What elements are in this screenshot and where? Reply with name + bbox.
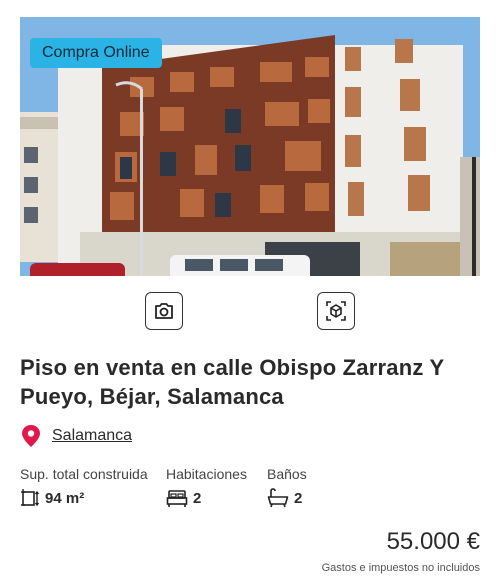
feature-rooms: Habitaciones 2 <box>166 466 247 508</box>
feature-baths-label: Baños <box>267 466 307 482</box>
property-price: 55.000 € <box>386 528 480 555</box>
camera-icon <box>155 303 173 319</box>
property-title[interactable]: Piso en venta en calle Obispo Zarranz Y … <box>20 353 475 411</box>
photo-gallery-button[interactable] <box>145 292 183 330</box>
feature-rooms-value: 2 <box>193 489 202 507</box>
price-note: Gastos e impuestos no incluidos <box>321 562 480 574</box>
area-measure-icon <box>21 489 40 507</box>
feature-area-value: 94 m² <box>45 489 85 507</box>
online-purchase-badge: Compra Online <box>30 38 162 68</box>
feature-area: Sup. total construida 94 m² <box>20 466 148 508</box>
feature-rooms-label: Habitaciones <box>166 466 247 482</box>
virtual-tour-button[interactable] <box>317 292 355 330</box>
property-location: Salamanca <box>20 424 132 448</box>
feature-baths: Baños 2 <box>267 466 307 508</box>
bathtub-icon <box>267 488 289 508</box>
map-pin-icon <box>22 425 40 447</box>
feature-area-label: Sup. total construida <box>20 466 148 482</box>
property-card[interactable]: Compra Online Piso en venta en calle Obi… <box>0 0 500 584</box>
location-link[interactable]: Salamanca <box>52 427 132 445</box>
cube-3d-icon <box>326 301 346 321</box>
bed-icon <box>166 490 188 507</box>
feature-baths-value: 2 <box>294 489 303 507</box>
